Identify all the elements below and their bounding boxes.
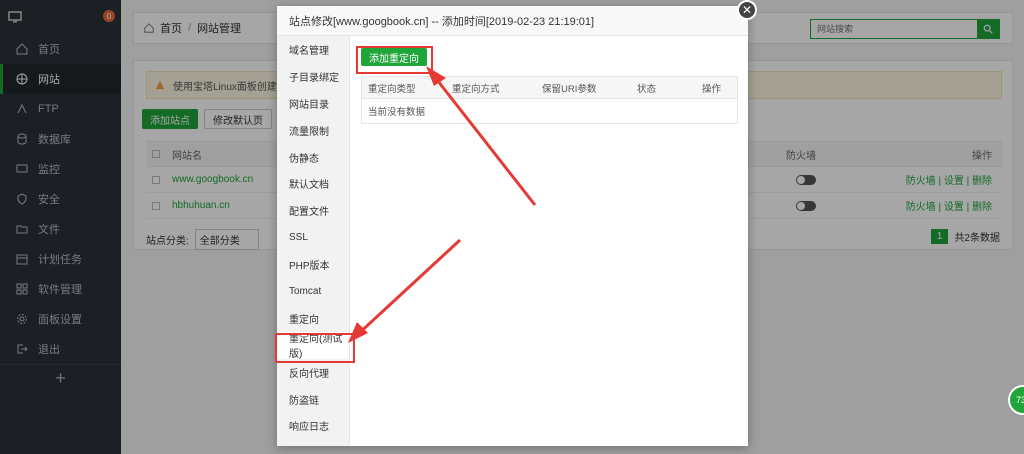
redirect-table-header: 重定向类型 重定向方式 保留URI参数 状态 操作 xyxy=(362,77,737,99)
col-status: 状态 xyxy=(637,83,657,95)
empty-message: 当前没有数据 xyxy=(368,107,426,118)
modal-nav: 域名管理 子目录绑定 网站目录 流量限制 伪静态 默认文档 配置文件 SSL P… xyxy=(277,36,350,446)
nav-item-redirect[interactable]: 重定向 xyxy=(277,305,349,332)
col-keep-uri: 保留URI参数 xyxy=(542,83,597,95)
nav-item-traffic[interactable]: 流量限制 xyxy=(277,117,349,144)
close-icon[interactable]: ✕ xyxy=(737,0,757,20)
nav-item-rewrite[interactable]: 伪静态 xyxy=(277,144,349,171)
nav-item-php[interactable]: PHP版本 xyxy=(277,251,349,278)
redirect-table: 重定向类型 重定向方式 保留URI参数 状态 操作 当前没有数据 xyxy=(361,76,738,124)
col-redirect-method: 重定向方式 xyxy=(452,83,500,95)
modal-title: 站点修改[www.googbook.cn] -- 添加时间[2019-02-23… xyxy=(277,6,748,36)
nav-item-site-dir[interactable]: 网站目录 xyxy=(277,90,349,117)
col-redirect-type: 重定向类型 xyxy=(368,83,416,95)
nav-item-config[interactable]: 配置文件 xyxy=(277,197,349,224)
nav-item-hotlink[interactable]: 防盗链 xyxy=(277,386,349,413)
nav-item-default-doc[interactable]: 默认文档 xyxy=(277,170,349,197)
nav-item-ssl[interactable]: SSL xyxy=(277,224,349,251)
nav-item-tomcat[interactable]: Tomcat xyxy=(277,278,349,305)
nav-item-domain[interactable]: 域名管理 xyxy=(277,36,349,63)
site-edit-modal: 站点修改[www.googbook.cn] -- 添加时间[2019-02-23… xyxy=(277,6,748,446)
highlight-add-redirect xyxy=(356,46,433,74)
nav-item-response-log[interactable]: 响应日志 xyxy=(277,412,349,439)
highlight-redirect-beta xyxy=(275,333,355,363)
col-actions: 操作 xyxy=(702,83,722,95)
nav-item-subdir[interactable]: 子目录绑定 xyxy=(277,63,349,90)
